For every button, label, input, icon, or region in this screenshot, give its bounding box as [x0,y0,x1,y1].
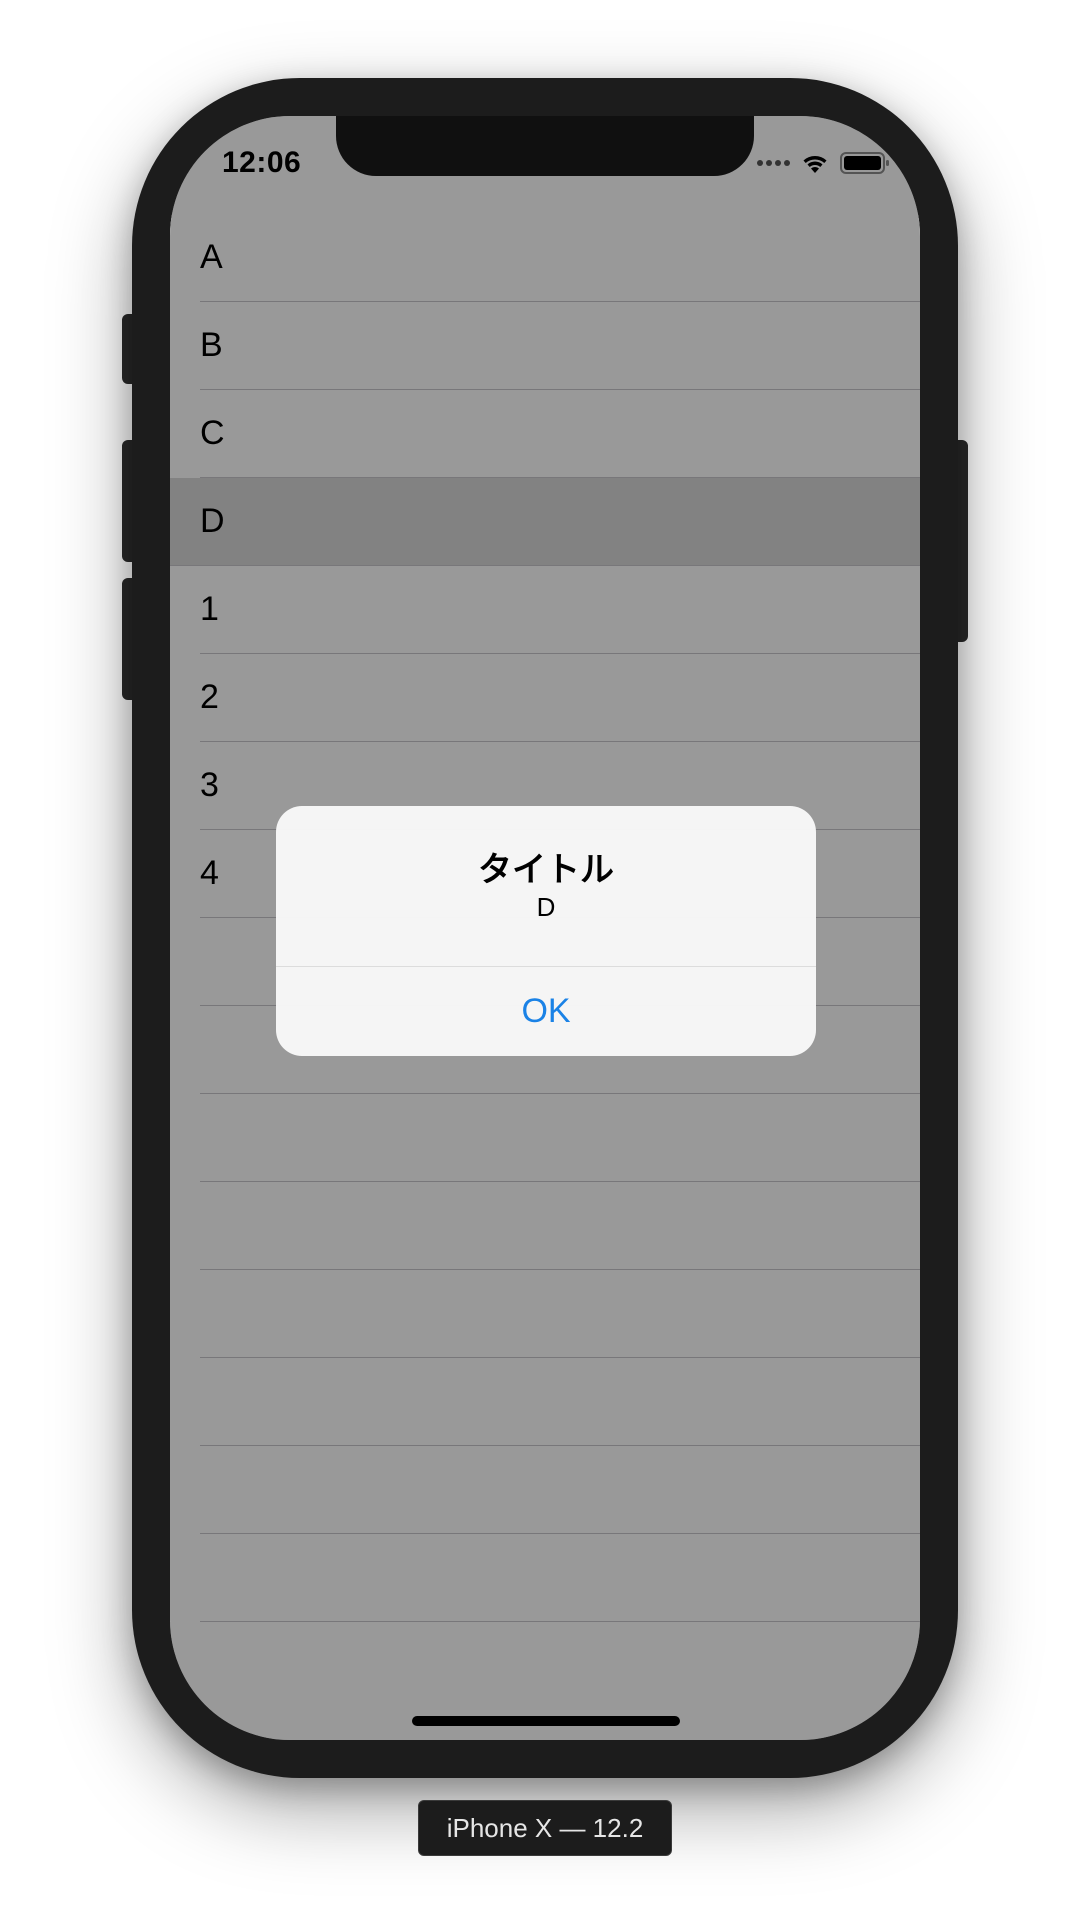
alert-title: タイトル [478,850,614,890]
simulator-device-label: iPhone X — 12.2 [418,1800,672,1856]
device-screen: 12:06 A B C D 1 2 3 4 タイトル D OK [170,116,920,1740]
ok-button[interactable]: OK [276,967,816,1056]
home-indicator[interactable] [412,1716,680,1726]
alert-message: D [536,892,556,922]
alert-dialog: タイトル D OK [276,806,816,1056]
